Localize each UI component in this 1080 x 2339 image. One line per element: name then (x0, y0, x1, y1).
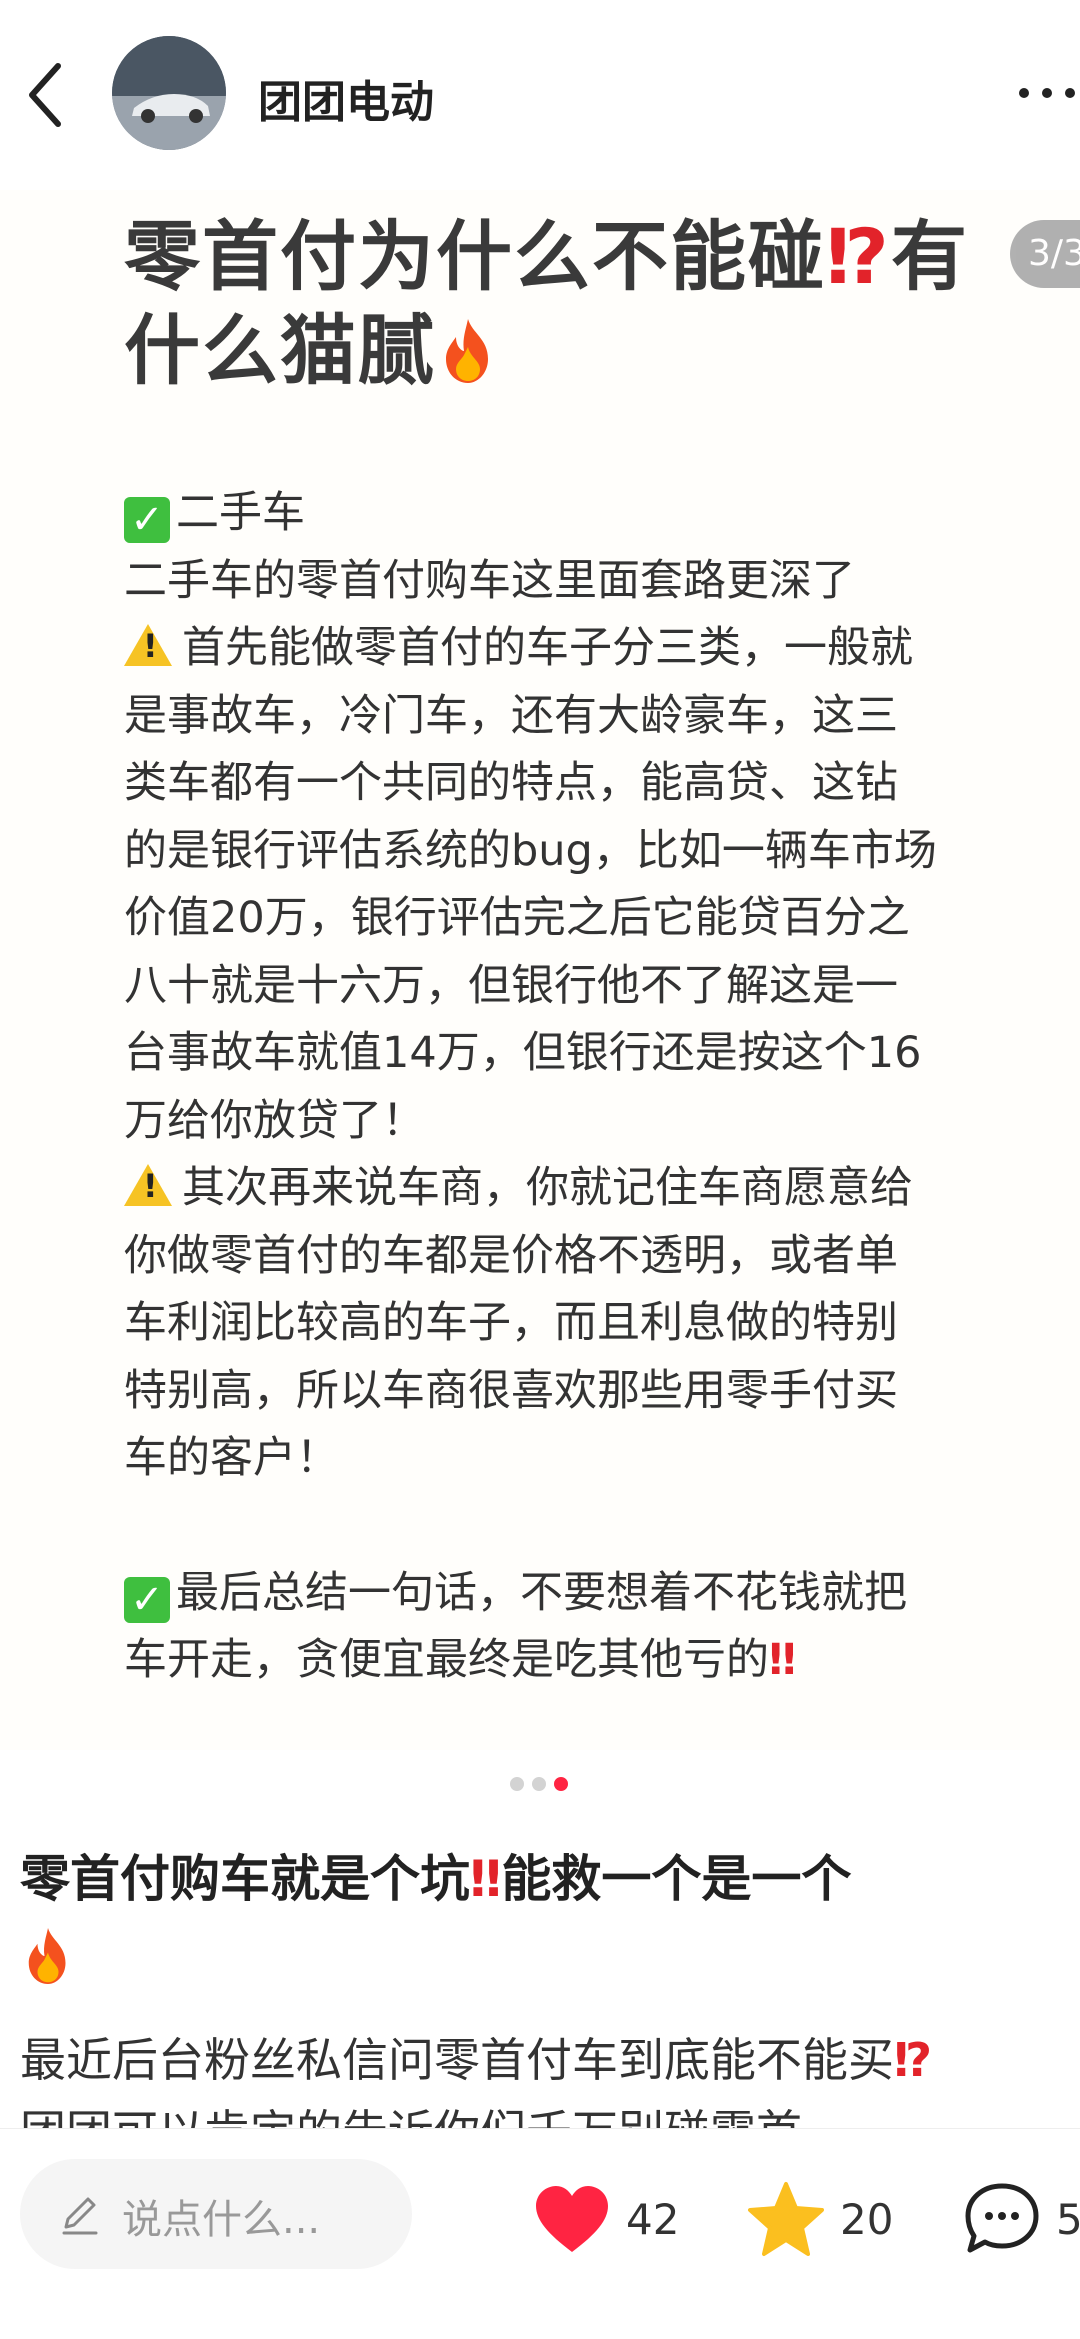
card-line: 是事故车，冷门车，还有大龄豪车，这三 (124, 690, 898, 741)
card-line: 最后总结一句话，不要想着不花钱就把 (176, 1567, 907, 1618)
card-body-text: ✓二手车 二手车的零首付购车这里面套路更深了 首先能做零首付的车子分三类，一般就… (124, 480, 1064, 1695)
card-line: 价值20万，银行评估完之后它能贷百分之 (124, 893, 910, 943)
author-avatar[interactable] (112, 36, 226, 150)
card-title-line2: 什么猫腻 (124, 306, 436, 395)
exclamation-question-icon: ⁉ (826, 212, 891, 301)
more-options-icon[interactable] (1014, 78, 1080, 108)
card-line: 台事故车就值14万，但银行还是按这个16 (124, 1028, 922, 1078)
post-title-part: 能救一个是一个 (501, 1850, 852, 1908)
check-mark-icon: ✓ (124, 497, 170, 543)
carousel-dot-active[interactable] (554, 1777, 568, 1791)
card-line: 的是银行评估系统的bug，比如一辆车市场 (124, 825, 937, 876)
pencil-icon (62, 2197, 98, 2235)
double-exclamation-icon: ‼ (470, 1850, 502, 1908)
comment-input[interactable]: 说点什么... (20, 2159, 412, 2269)
card-line: 二手车 (176, 488, 305, 538)
card-title-line1: 零首付为什么不能碰 (124, 212, 826, 301)
card-line: 首先能做零首付的车子分三类，一般就 (182, 623, 913, 673)
card-line: 特别高，所以车商很喜欢那些用零手付买 (124, 1365, 898, 1416)
card-line: 你做零首付的车都是价格不透明，或者单 (124, 1230, 898, 1281)
warning-icon (124, 624, 172, 666)
heart-icon (536, 2186, 608, 2252)
post-title: 零首付购车就是个坑‼能救一个是一个 (20, 1838, 1060, 2002)
like-button[interactable]: 42 (532, 2179, 679, 2259)
card-line: 车利润比较高的车子，而且利息做的特别 (124, 1298, 898, 1348)
carousel-dot[interactable] (510, 1777, 524, 1791)
bottom-action-bar: 说点什么... 42 20 5 (0, 2128, 1080, 2339)
card-line: 类车都有一个共同的特点，能高贷、这钻 (124, 758, 898, 808)
carousel-indicator (510, 1777, 568, 1793)
check-mark-icon: ✓ (124, 1576, 170, 1623)
post-body-line: 最近后台粉丝私信问零首付车到底能不能买 (20, 2033, 894, 2087)
card-line: 车开走，贪便宜最终是吃其他亏的 (124, 1635, 769, 1685)
post-image-card[interactable]: 3/3 零首付为什么不能碰⁉有 什么猫腻 ✓ 二手车 二手车的零首付购车这里面套路… (0, 190, 1080, 1750)
collect-count: 20 (840, 2194, 894, 2244)
car-photo-icon (112, 36, 226, 150)
warning-icon (124, 1164, 172, 1206)
back-arrow-icon[interactable] (22, 60, 72, 130)
author-name[interactable]: 团团电动 (258, 66, 434, 130)
card-line: 其次再来说车商，你就记住车商愿意给 (182, 1163, 913, 1213)
star-icon (748, 2182, 824, 2256)
comment-bubble-icon (965, 2183, 1039, 2253)
post-title-part: 零首付购车就是个坑 (20, 1850, 470, 1908)
comment-count: 5 (1056, 2194, 1080, 2244)
top-bar: 团团电动 (0, 0, 1080, 190)
comment-placeholder: 说点什么... (122, 2197, 321, 2243)
like-count: 42 (626, 2194, 680, 2244)
card-line: 车的客户！ (124, 1433, 339, 1483)
carousel-dot[interactable] (532, 1777, 546, 1791)
comment-button[interactable]: 5 (962, 2179, 1080, 2259)
card-line: 万给你放贷了！ (124, 1095, 425, 1146)
card-line: 八十就是十六万，但银行他不了解这是一 (124, 960, 898, 1011)
fire-icon (446, 319, 488, 383)
fire-icon (28, 1928, 66, 1984)
card-line: 二手车的零首付购车这里面套路更深了 (124, 555, 855, 606)
collect-button[interactable]: 20 (746, 2179, 893, 2259)
card-title: 零首付为什么不能碰⁉有 什么猫腻 (124, 210, 1024, 398)
double-exclamation-icon: ‼ (769, 1635, 796, 1685)
exclamation-question-icon: ⁉ (894, 2033, 933, 2087)
card-title-line1-tail: 有 (890, 212, 969, 301)
